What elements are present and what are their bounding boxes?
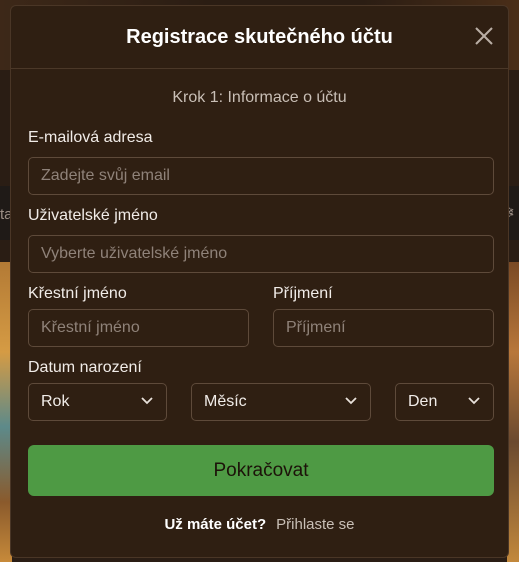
login-prompt: Už máte účet? Přihlaste se <box>11 516 508 533</box>
first-name-field[interactable] <box>28 309 249 347</box>
login-question: Už máte účet? <box>164 516 267 533</box>
username-field[interactable] <box>28 235 494 273</box>
registration-modal: Registrace skutečného účtu Krok 1: Infor… <box>10 5 509 558</box>
birth-day-select[interactable]: Den <box>395 383 494 421</box>
first-name-label: Křestní jméno <box>28 285 127 302</box>
birth-year-select[interactable]: Rok <box>28 383 167 421</box>
modal-header: Registrace skutečného účtu <box>11 6 508 69</box>
step-indicator: Krok 1: Informace o účtu <box>172 89 347 106</box>
birth-month-value: Měsíc <box>204 393 247 410</box>
last-name-label: Příjmení <box>273 285 333 302</box>
continue-button[interactable]: Pokračovat <box>28 445 494 496</box>
chevron-down-icon <box>345 397 357 405</box>
close-button[interactable] <box>474 26 494 46</box>
last-name-field[interactable] <box>273 309 494 347</box>
birth-year-value: Rok <box>41 393 70 410</box>
birth-date-label: Datum narození <box>28 359 142 376</box>
modal-title: Registrace skutečného účtu <box>126 26 393 48</box>
close-icon <box>475 27 493 45</box>
chevron-down-icon <box>468 397 480 405</box>
birth-month-select[interactable]: Měsíc <box>191 383 371 421</box>
birth-day-value: Den <box>408 393 438 410</box>
login-link[interactable]: Přihlaste se <box>276 516 354 533</box>
email-label: E-mailová adresa <box>28 129 153 146</box>
chevron-down-icon <box>141 397 153 405</box>
username-label: Uživatelské jméno <box>28 207 158 224</box>
email-field[interactable] <box>28 157 494 195</box>
